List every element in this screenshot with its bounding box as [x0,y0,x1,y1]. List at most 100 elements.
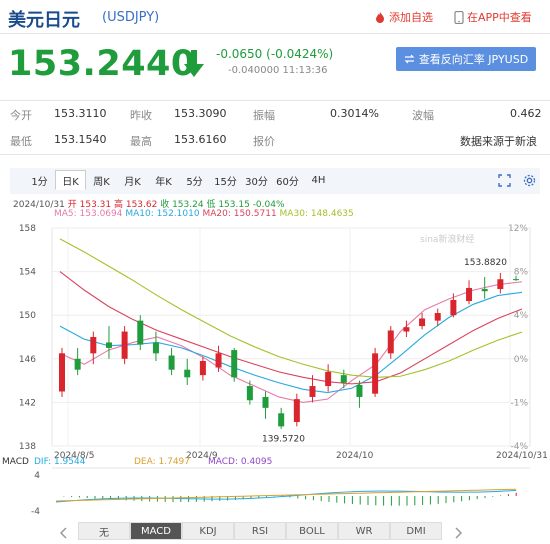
ma20-label: MA20: 150.5711 [202,209,277,219]
down-arrow-icon [184,50,204,82]
fire-icon [376,12,384,23]
candle-body [481,289,488,292]
macd-y-bottom: -4 [31,507,40,517]
y-tick-right: 12% [508,224,528,234]
candle-body [450,299,457,316]
kline-chart[interactable]: 158 12%154 8%150 4%146 0%142 -1%138 -4%2024/8/… [0,220,550,520]
candle-body [497,279,504,290]
indicator-tabs: 无 MACD KDJ RSI BOLL WR DMI [78,522,442,540]
sub-change: -0.040000 [228,65,280,76]
y-tick-right: 4% [514,311,529,321]
ma10-label: MA10: 152.1010 [125,209,200,219]
candle-body [121,331,128,359]
y-tick-left: 158 [19,224,36,234]
tab-0[interactable]: 1分 [24,170,55,190]
period-tabs: 1分 日K 周K 月K 年K 5分 15分 30分 60分 4H [24,170,334,190]
candle-body [325,371,332,387]
macd-dea-line [55,488,517,502]
candle-body [387,330,394,354]
high-annotation: 153.8820 [464,258,507,268]
candle-body [246,386,253,401]
stat-label-high: 最高 [130,135,152,148]
open-in-app-button[interactable]: 在APP中查看 [454,9,532,25]
stat-value-low: 153.1540 [54,133,107,146]
stat-label-low: 最低 [10,135,32,148]
stat-value-amplitude: 0.3014% [330,107,379,120]
data-source-note: 数据来源于新浪 [460,135,537,148]
tab-9[interactable]: 4H [303,170,334,190]
macd-label: MACD [2,457,29,467]
tab-2[interactable]: 周K [86,170,117,190]
swap-icon [404,54,415,64]
candle-body [513,279,519,281]
low-annotation: 139.5720 [262,435,305,445]
y-tick-right: -1% [510,398,528,408]
indicator-tab-0[interactable]: 无 [78,522,130,540]
ma5-label: MA5: 153.0694 [54,209,123,219]
reverse-rate-label: 查看反向汇率 JPYUSD [418,53,529,66]
stat-value-open: 153.3110 [54,107,107,120]
macd-dea: DEA: 1.7497 [134,457,190,467]
candle-body [293,399,300,423]
add-favorite-label: 添加自选 [389,11,433,24]
tab-4[interactable]: 年K [148,170,179,190]
price-change: -0.0650 (-0.0424%) [216,47,334,61]
tab-7[interactable]: 30分 [241,170,272,190]
quote-time: 11:13:36 [282,65,328,76]
candle-body [231,350,238,378]
open-in-app-label: 在APP中查看 [467,11,532,24]
settings-icon[interactable] [523,172,536,191]
symbol-code: (USDJPY) [102,10,160,25]
stat-label-quote: 报价 [253,135,275,148]
candle-body [90,337,97,354]
indicator-tab-3[interactable]: RSI [234,522,286,540]
candle-body [419,318,426,327]
candle-body [434,313,441,321]
tab-3[interactable]: 月K [117,170,148,190]
quote-sub-line: -0.040000 11:13:36 [228,65,327,76]
x-tick: 2024/10 [336,451,374,461]
macd-value: MACD: 0.4095 [208,457,272,467]
candle-body [466,287,473,302]
ma-info: MA5: 153.0694 MA10: 152.1010 MA20: 150.5… [54,209,354,219]
header-divider [0,33,550,34]
macd-dif: DIF: 1.9544 [34,457,86,467]
macd-dif-line [55,489,517,503]
indicator-tab-1[interactable]: MACD [130,522,182,540]
x-tick: 2024/10/31 [496,451,548,461]
candle-body [152,342,159,354]
candle-body [168,355,175,370]
candle-body [105,342,112,348]
tab-1[interactable]: 日K [55,170,86,190]
tab-6[interactable]: 15分 [210,170,241,190]
indicator-tab-4[interactable]: BOLL [286,522,338,540]
ma30-label: MA30: 148.4635 [279,209,354,219]
macd-y-top: 4 [34,471,40,481]
page-title: 美元日元 [8,10,80,31]
fullscreen-icon[interactable] [498,172,511,191]
candle-body [356,384,363,397]
candle-body [137,320,144,345]
tab-8[interactable]: 60分 [272,170,303,190]
y-tick-left: 154 [19,268,36,278]
indicator-tab-2[interactable]: KDJ [182,522,234,540]
candle-body [59,353,65,392]
indicator-tab-6[interactable]: DMI [390,522,442,540]
candle-body [215,353,222,368]
reverse-rate-button[interactable]: 查看反向汇率 JPYUSD [396,47,536,71]
candle-body [278,413,285,427]
candle-body [340,375,347,383]
candle-body [74,358,81,370]
y-tick-right: 0% [514,355,529,365]
current-price: 153.2440 [8,44,196,84]
add-favorite-button[interactable]: 添加自选 [374,9,433,25]
stat-value-range: 0.462 [510,107,542,120]
y-tick-left: 150 [19,311,36,321]
watermark: sina新浪财经 [420,233,474,245]
scroll-left-icon[interactable] [58,524,70,543]
tab-5[interactable]: 5分 [179,170,210,190]
stat-label-open: 今开 [10,109,32,122]
stat-value-prev-close: 153.3090 [174,107,227,120]
indicator-tab-5[interactable]: WR [338,522,390,540]
scroll-right-icon[interactable] [452,524,464,543]
